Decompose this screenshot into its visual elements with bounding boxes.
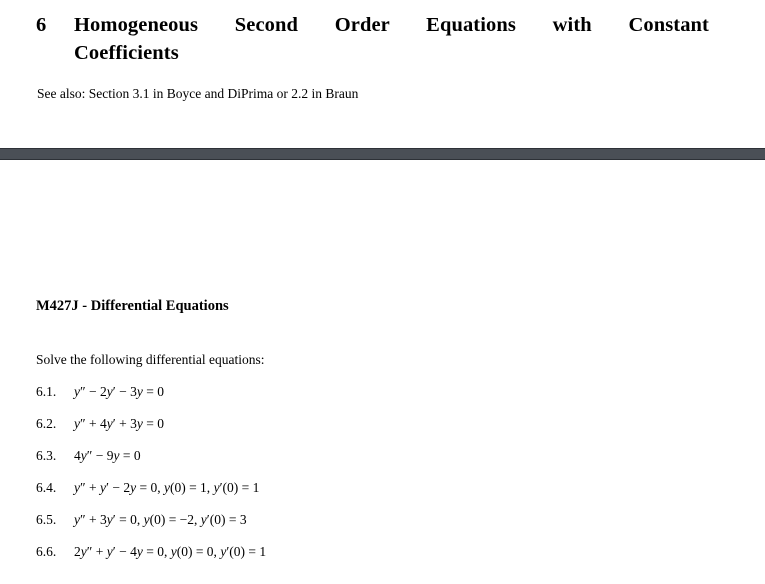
problem-number: 6.2. <box>36 416 57 431</box>
problem-equation: 4y″ − 9y = 0 <box>74 448 141 463</box>
problem-number: 6.6. <box>36 544 57 559</box>
problem-item: 6.1. y″ − 2y′ − 3y = 0 <box>36 383 736 401</box>
instruction-text: Solve the following differential equatio… <box>36 352 265 367</box>
section-number: 6 <box>36 14 47 36</box>
problem-equation: y″ + y′ − 2y = 0, y(0) = 1, y′(0) = 1 <box>74 480 260 495</box>
header-block: 6 Homogeneous Second Order Equations wit… <box>0 0 765 103</box>
problem-item: 6.6. 2y″ + y′ − 4y = 0, y(0) = 0, y′(0) … <box>36 543 736 561</box>
problem-item: 6.3. 4y″ − 9y = 0 <box>36 447 736 465</box>
problem-equation: 2y″ + y′ − 4y = 0, y(0) = 0, y′(0) = 1 <box>74 544 267 559</box>
problem-list: 6.1. y″ − 2y′ − 3y = 0 6.2. y″ + 4y′ + 3… <box>36 383 736 561</box>
problem-number: 6.4. <box>36 480 57 495</box>
document-page: 6 Homogeneous Second Order Equations wit… <box>0 0 765 584</box>
body-block: M427J - Differential Equations Solve the… <box>36 296 736 561</box>
section-divider-bar <box>0 148 765 160</box>
section-title: 6 Homogeneous Second Order Equations wit… <box>36 0 709 67</box>
course-title: M427J - Differential Equations <box>36 298 229 314</box>
problem-equation: y″ − 2y′ − 3y = 0 <box>74 384 164 399</box>
see-also-note: See also: Section 3.1 in Boyce and DiPri… <box>37 86 359 101</box>
problem-equation: y″ + 3y′ = 0, y(0) = −2, y′(0) = 3 <box>74 512 247 527</box>
problem-item: 6.5. y″ + 3y′ = 0, y(0) = −2, y′(0) = 3 <box>36 511 736 529</box>
problem-equation: y″ + 4y′ + 3y = 0 <box>74 416 164 431</box>
section-heading-line-2: Coefficients <box>74 42 179 64</box>
problem-number: 6.1. <box>36 384 57 399</box>
problem-number: 6.5. <box>36 512 57 527</box>
problem-item: 6.2. y″ + 4y′ + 3y = 0 <box>36 415 736 433</box>
section-heading-line-1: Homogeneous Second Order Equations with … <box>74 14 709 36</box>
section-heading: Homogeneous Second Order Equations with … <box>74 11 709 67</box>
problem-number: 6.3. <box>36 448 57 463</box>
problem-item: 6.4. y″ + y′ − 2y = 0, y(0) = 1, y′(0) =… <box>36 479 736 497</box>
